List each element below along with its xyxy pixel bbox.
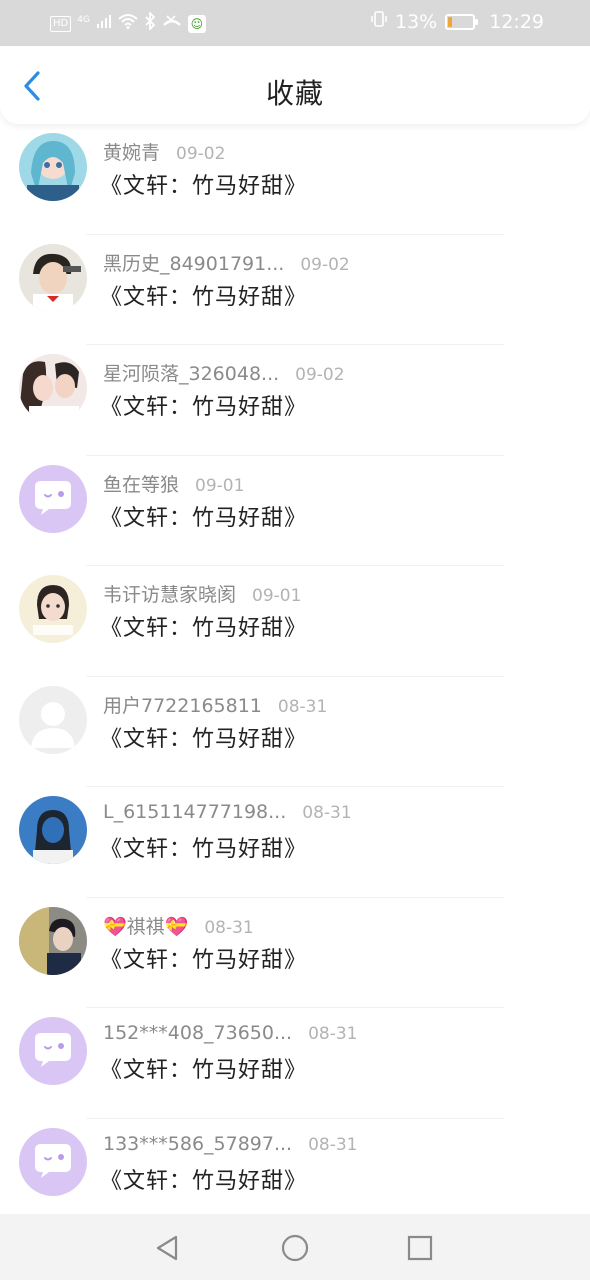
status-bar: HD 4G ☺ 13% 12:29 xyxy=(0,0,590,46)
item-date: 09-02 xyxy=(295,365,345,385)
item-date: 08-31 xyxy=(302,803,352,823)
default-chat-avatar[interactable] xyxy=(19,1127,87,1196)
item-date: 09-02 xyxy=(300,254,350,275)
item-date: 08-31 xyxy=(277,696,328,717)
item-meta: L_615114777198... 08-31 xyxy=(103,801,352,823)
vibrate-icon xyxy=(371,10,387,33)
signal-icon xyxy=(96,13,112,34)
user-name[interactable]: 💝祺祺💝 xyxy=(103,912,188,939)
favorites-list: 黄婉青 09-02 《文轩：竹马好甜》 黑历史_84901791... 09-0… xyxy=(0,124,590,1214)
user-name[interactable]: 152***408_73650... xyxy=(103,1022,292,1044)
list-item[interactable]: L_615114777198... 08-31 《文轩：竹马好甜》 xyxy=(0,787,590,898)
item-date: 09-01 xyxy=(195,475,245,496)
square-recents-icon[interactable] xyxy=(404,1232,436,1264)
user-name[interactable]: 用户7722165811 xyxy=(103,691,262,718)
list-item[interactable]: 星河陨落_326048... 09-02 《文轩：竹马好甜》 xyxy=(0,345,590,456)
list-item[interactable]: 133***586_57897... 08-31 《文轩：竹马好甜》 xyxy=(0,1119,590,1215)
battery-level-fill xyxy=(448,16,452,27)
battery-percent: 13% xyxy=(395,10,438,33)
item-date: 09-02 xyxy=(176,144,226,164)
bluetooth-icon xyxy=(144,10,156,35)
network-type: 4G xyxy=(77,14,90,25)
item-date: 08-31 xyxy=(204,917,254,938)
anime-girl-avatar[interactable] xyxy=(19,133,87,201)
clock: 12:29 xyxy=(489,10,544,33)
blue-girl-avatar[interactable] xyxy=(19,796,87,864)
list-item[interactable]: 黄婉青 09-02 《文轩：竹马好甜》 xyxy=(0,124,590,235)
item-title[interactable]: 《文轩：竹马好甜》 xyxy=(100,831,307,863)
app-header: 收藏 xyxy=(0,46,590,124)
couple-photo-avatar[interactable] xyxy=(19,354,87,422)
triangle-back-icon[interactable] xyxy=(152,1232,184,1264)
status-left-icons: HD 4G ☺ xyxy=(50,10,206,35)
list-item[interactable]: 黑历史_84901791... 09-02 《文轩：竹马好甜》 xyxy=(0,235,590,345)
item-date: 08-31 xyxy=(308,1024,358,1044)
user-name[interactable]: 黑历史_84901791... xyxy=(103,249,284,276)
app-notification-icon: ☺ xyxy=(187,14,206,33)
item-title[interactable]: 《文轩：竹马好甜》 xyxy=(100,942,307,974)
item-title[interactable]: 《文轩：竹马好甜》 xyxy=(100,721,307,753)
list-item[interactable]: 用户7722165811 08-31 《文轩：竹马好甜》 xyxy=(0,677,590,787)
system-nav-bar xyxy=(0,1214,590,1280)
item-meta: 韦讦访慧家晓阂 09-01 xyxy=(103,580,301,607)
idol-photo-avatar[interactable] xyxy=(19,906,87,975)
user-name[interactable]: L_615114777198... xyxy=(103,801,286,823)
item-title[interactable]: 《文轩：竹马好甜》 xyxy=(100,500,307,532)
item-title[interactable]: 《文轩：竹马好甜》 xyxy=(100,1163,307,1195)
list-item[interactable]: 鱼在等狼 09-01 《文轩：竹马好甜》 xyxy=(0,456,590,566)
circle-home-icon[interactable] xyxy=(279,1232,311,1264)
page-title: 收藏 xyxy=(265,77,324,110)
item-date: 08-31 xyxy=(308,1134,358,1155)
item-meta: 星河陨落_326048... 09-02 xyxy=(103,359,345,386)
user-name[interactable]: 星河陨落_326048... xyxy=(103,359,279,386)
blank-user-avatar[interactable] xyxy=(19,685,87,754)
item-meta: 💝祺祺💝 08-31 xyxy=(103,912,254,939)
user-name[interactable]: 133***586_57897... xyxy=(103,1133,292,1155)
list-item[interactable]: 韦讦访慧家晓阂 09-01 《文轩：竹马好甜》 xyxy=(0,566,590,677)
battery-icon xyxy=(445,13,479,30)
item-meta: 黄婉青 09-02 xyxy=(103,138,225,165)
item-meta: 黑历史_84901791... 09-02 xyxy=(103,249,350,276)
missed-call-icon xyxy=(162,13,182,34)
item-meta: 152***408_73650... 08-31 xyxy=(103,1022,358,1044)
item-title[interactable]: 《文轩：竹马好甜》 xyxy=(100,610,307,642)
item-title[interactable]: 《文轩：竹马好甜》 xyxy=(100,1052,307,1084)
item-meta: 鱼在等狼 09-01 xyxy=(103,470,244,497)
user-name[interactable]: 黄婉青 xyxy=(103,138,160,165)
default-chat-avatar[interactable] xyxy=(19,1017,87,1085)
user-name[interactable]: 韦讦访慧家晓阂 xyxy=(103,580,236,607)
list-item[interactable]: 💝祺祺💝 08-31 《文轩：竹马好甜》 xyxy=(0,898,590,1008)
hd-badge: HD xyxy=(50,15,72,32)
item-title[interactable]: 《文轩：竹马好甜》 xyxy=(100,168,307,200)
default-chat-avatar[interactable] xyxy=(19,464,87,533)
item-meta: 用户7722165811 08-31 xyxy=(103,691,327,718)
wifi-icon xyxy=(118,13,138,34)
user-name[interactable]: 鱼在等狼 xyxy=(103,470,179,497)
list-item[interactable]: 152***408_73650... 08-31 《文轩：竹马好甜》 xyxy=(0,1008,590,1119)
boy-photo-avatar[interactable] xyxy=(19,243,87,312)
item-title[interactable]: 《文轩：竹马好甜》 xyxy=(100,279,307,311)
girl-sticker-avatar[interactable] xyxy=(19,575,87,643)
item-title[interactable]: 《文轩：竹马好甜》 xyxy=(100,389,307,421)
status-right-icons: 13% 12:29 xyxy=(371,10,544,33)
item-meta: 133***586_57897... 08-31 xyxy=(103,1133,358,1155)
item-date: 09-01 xyxy=(252,586,302,606)
